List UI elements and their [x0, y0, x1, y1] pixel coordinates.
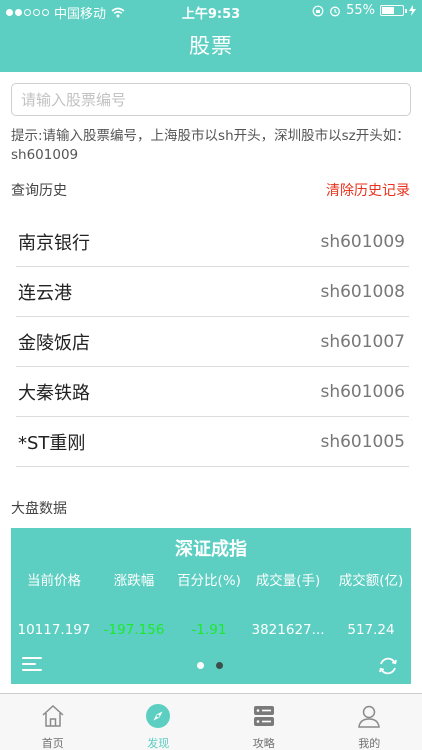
stock-code: sh601007 — [320, 331, 405, 352]
history-row[interactable]: 大秦铁路 sh601006 — [16, 367, 409, 417]
tab-home[interactable]: 首页 — [0, 694, 106, 750]
tab-guide[interactable]: 攻略 — [211, 694, 317, 750]
history-label: 查询历史 — [11, 183, 67, 199]
page-dot — [216, 662, 223, 669]
history-row[interactable]: *ST重刚 sh601005 — [16, 417, 409, 467]
status-bar: 中国移动 上午9:53 55% — [0, 0, 422, 22]
index-card[interactable]: 深证成指 当前价格 涨跌幅 百分比(%) 成交量(手) 成交额(亿) 10117… — [11, 528, 411, 684]
history-list: 南京银行 sh601009 连云港 sh601008 金陵饭店 sh601007… — [16, 217, 409, 467]
header-percent: 百分比(%) — [177, 573, 241, 589]
charging-icon — [409, 5, 416, 16]
tab-label: 攻略 — [252, 737, 275, 750]
header-turnover: 成交额(亿) — [338, 573, 404, 589]
stock-name: 连云港 — [18, 282, 72, 304]
input-hint: 提示:请输入股票编号，上海股市以sh开头，深圳股市以sz开头如：sh601009 — [11, 128, 410, 163]
value-turnover: 517.24 — [347, 622, 395, 638]
stock-name: 金陵饭店 — [18, 332, 90, 354]
user-icon — [358, 705, 381, 728]
tab-discover[interactable]: 发现 — [106, 694, 212, 750]
index-name: 深证成指 — [175, 539, 247, 560]
stock-code: sh601006 — [320, 381, 405, 402]
battery-icon — [380, 5, 407, 16]
stock-code: sh601008 — [320, 281, 405, 302]
refresh-icon[interactable] — [377, 655, 399, 677]
stock-name: 南京银行 — [18, 232, 90, 254]
stock-name: *ST重刚 — [18, 432, 86, 454]
page-title: 股票 — [189, 34, 233, 58]
page-dot-active — [197, 662, 204, 669]
history-row[interactable]: 连云港 sh601008 — [16, 267, 409, 317]
header-change: 涨跌幅 — [113, 573, 155, 589]
app-header: 中国移动 上午9:53 55% 股票 — [0, 0, 422, 72]
header-volume: 成交量(手) — [255, 573, 321, 589]
tab-label: 首页 — [41, 737, 64, 750]
value-current-price: 10117.197 — [17, 622, 91, 638]
stock-code: sh601005 — [320, 431, 405, 452]
alarm-icon — [330, 6, 341, 16]
stock-code: sh601009 — [320, 231, 405, 252]
tab-bar: 首页 发现 攻略 我的 — [0, 693, 422, 750]
status-right: 55% — [312, 3, 416, 18]
compass-icon — [146, 704, 171, 728]
header-current-price: 当前价格 — [27, 573, 81, 589]
orientation-lock-icon — [312, 5, 324, 16]
value-volume: 3821627... — [251, 622, 325, 638]
history-row[interactable]: 南京银行 sh601009 — [16, 217, 409, 267]
tab-label: 发现 — [147, 737, 170, 750]
battery-percent: 55% — [346, 3, 375, 18]
value-percent: -1.91 — [191, 622, 227, 638]
main-content: 提示:请输入股票编号，上海股市以sh开头，深圳股市以sz开头如：sh601009… — [0, 72, 422, 693]
stock-code-input[interactable] — [11, 83, 411, 116]
market-data-label: 大盘数据 — [11, 501, 67, 517]
stock-name: 大秦铁路 — [18, 382, 90, 404]
history-row[interactable]: 金陵饭店 sh601007 — [16, 317, 409, 367]
server-icon — [253, 706, 274, 726]
value-change: -197.156 — [103, 622, 165, 638]
page-indicator — [197, 662, 223, 669]
clear-history-button[interactable]: 清除历史记录 — [326, 180, 410, 200]
tab-mine[interactable]: 我的 — [317, 694, 422, 750]
home-icon — [42, 704, 64, 727]
tab-label: 我的 — [358, 737, 381, 750]
menu-icon[interactable] — [22, 656, 42, 672]
